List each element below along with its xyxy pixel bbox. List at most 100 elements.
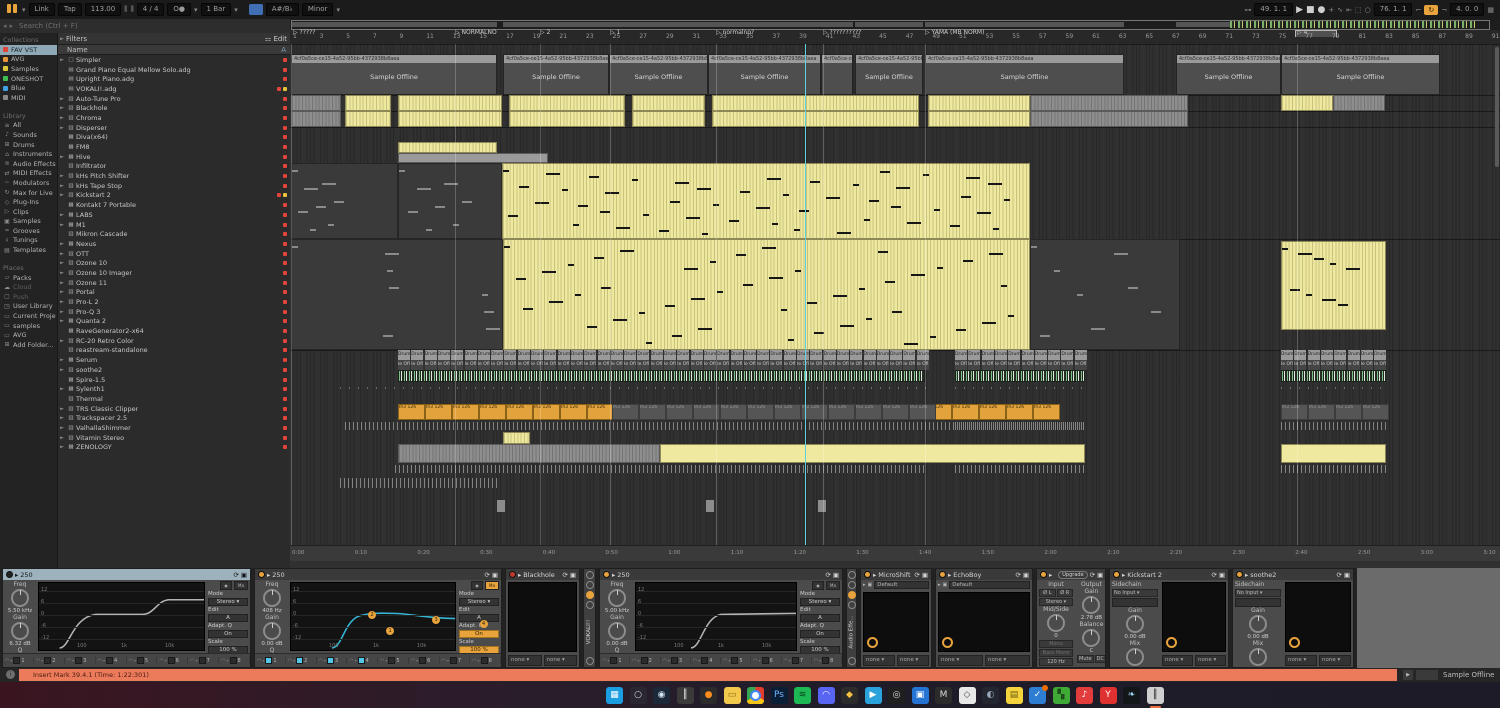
upgrade-button[interactable]: Upgrade — [1058, 570, 1088, 579]
device-activator[interactable] — [603, 571, 610, 578]
browser-item[interactable]: ▥ Mikron Cascade — [58, 229, 290, 239]
none-dropdown-a[interactable]: none ▾ — [1285, 655, 1317, 666]
eq-band-handle[interactable]: 4 — [479, 620, 488, 628]
browser-item[interactable]: ▦ RaveGenerator2-x64 — [58, 326, 290, 336]
clip-gray[interactable] — [398, 444, 660, 463]
midi-clip-gray[interactable] — [1030, 95, 1188, 111]
expand-arrow-icon[interactable]: ► — [58, 309, 66, 315]
tiny-clip[interactable] — [706, 500, 714, 512]
tiny-clip[interactable] — [497, 500, 505, 512]
expand-arrow-icon[interactable]: ► — [58, 260, 66, 266]
drum-clip-name[interactable]: Drum — [664, 350, 676, 360]
none-dropdown-b[interactable]: none ▾ — [543, 655, 577, 666]
expand-arrow-icon[interactable]: ► — [58, 425, 66, 431]
loop-length-field[interactable]: 4. 0. 0 — [1450, 3, 1485, 16]
device-activator[interactable] — [6, 571, 13, 578]
eq8-freq-knob[interactable] — [263, 589, 281, 607]
device-preview-icon[interactable]: ▸ — [612, 571, 615, 579]
taskbar-icon-photoshop[interactable]: Ps — [770, 686, 788, 704]
drum-clip-name[interactable]: Drum — [730, 350, 743, 360]
audio-clip[interactable]: 4cf0a5ce-ce15-4a52-95bb-4372938b8aea Samp… — [925, 54, 1124, 95]
drum-clip-name[interactable]: Drum — [757, 350, 770, 360]
filter-slot-3[interactable]: ◠ ▾ 3 — [661, 657, 691, 664]
filter-enable-box[interactable] — [357, 657, 365, 664]
mix-knob[interactable] — [1249, 648, 1267, 666]
filter-slot-4[interactable]: ◠ ▾ 4 — [691, 657, 721, 664]
loop-chip-clip-muted[interactable]: Ih3 126 — [666, 404, 693, 420]
browser-item[interactable]: ► □ Simpler — [58, 55, 290, 65]
device-preview-icon[interactable]: ▸ — [15, 571, 18, 579]
sidebar-item-drums[interactable]: ⊞ Drums — [0, 140, 57, 150]
filter-enable-box[interactable] — [388, 657, 396, 664]
filters-expand-icon[interactable]: ► — [58, 36, 66, 42]
filter-slot-5[interactable]: ◠ ▾ 5 — [127, 657, 158, 664]
filter-enable-box[interactable] — [822, 657, 830, 664]
expand-arrow-icon[interactable]: ► — [58, 367, 66, 373]
midi-clip[interactable] — [345, 95, 391, 111]
filter-slot-1[interactable]: ◠ ▾ 1 — [600, 657, 631, 664]
taskbar-icon-search[interactable]: ○ — [629, 686, 647, 704]
drum-clip-name[interactable]: Drum — [968, 350, 981, 360]
browser-item[interactable]: ► ▦ Nexus — [58, 239, 290, 249]
device-preview-icon[interactable]: ▸ — [1122, 571, 1125, 579]
edit-button[interactable]: ⚏ Edit — [265, 35, 287, 43]
drum-clip-name[interactable]: Drum — [703, 350, 716, 360]
empty-device-area[interactable] — [1357, 568, 1500, 668]
sc-gain-knob[interactable] — [1126, 615, 1144, 633]
push-dropdown-caret[interactable]: ▾ — [22, 6, 26, 14]
scale-value[interactable]: 100 % — [459, 646, 499, 653]
sidebar-collection-samples[interactable]: Samples — [0, 64, 57, 74]
midi-clip[interactable] — [632, 111, 705, 127]
filters-row[interactable]: ► Filters ⚏ Edit — [58, 33, 290, 45]
filter-slot-8[interactable]: ◠ ▾ 8 — [812, 657, 842, 664]
filter-enable-box[interactable] — [265, 657, 273, 664]
browser-item[interactable]: ► ▥ RC-20 Retro Color — [58, 336, 290, 346]
hotswap-icon[interactable]: ⟳ — [1211, 571, 1216, 579]
browser-item[interactable]: ► ▦ M1 — [58, 220, 290, 230]
loop-chip-clip-muted[interactable]: Ih3 126 — [1335, 404, 1362, 420]
device-preview-icon[interactable]: ▸ — [518, 571, 521, 579]
filter-slot-4[interactable]: ◠ ▾ 4 — [96, 657, 127, 664]
expand-arrow-icon[interactable]: ► — [58, 173, 66, 179]
expand-arrow-icon[interactable]: ► — [58, 154, 66, 160]
nudge-up-icon[interactable]: ⫼ — [130, 5, 133, 14]
midi-clip[interactable] — [345, 111, 391, 127]
midi-keyboard-icon[interactable] — [248, 4, 263, 15]
rack-bottom-icon[interactable] — [847, 657, 856, 665]
expand-arrow-icon[interactable]: ► — [58, 338, 66, 344]
midi-clip[interactable] — [503, 432, 530, 444]
sidebar-item-tunings[interactable]: ♯ Tunings — [0, 236, 57, 246]
midi-clip-gray[interactable] — [1333, 95, 1385, 111]
dc-button[interactable]: DC — [1094, 655, 1105, 663]
preset-play-icon[interactable]: ▸ — [863, 582, 866, 588]
loop-chip-clip[interactable]: Ih3 126 — [452, 404, 479, 420]
mute-button[interactable]: Mute — [1077, 655, 1094, 663]
hotswap-icon[interactable]: ⟳ — [825, 571, 830, 579]
loop-chip-clip-muted[interactable]: Ih3 126 — [909, 404, 936, 420]
drum-clip-name[interactable]: Drum — [1008, 350, 1021, 360]
drum-clip-name[interactable]: Drum — [650, 350, 663, 360]
taskbar-icon-music-red[interactable]: ♪ — [1076, 686, 1093, 704]
tap-tempo-button[interactable]: Tap — [57, 3, 82, 16]
device-preview-icon[interactable]: ▸ — [948, 571, 951, 579]
browser-item[interactable]: ► ▥ kHs Pitch Shifter — [58, 171, 290, 181]
filter-slot-8[interactable]: ◠ ▾ 8 — [470, 657, 501, 664]
midi-clip[interactable] — [398, 142, 497, 153]
hotswap-icon[interactable]: ⟳ — [1090, 571, 1095, 579]
drum-clip-name[interactable]: Drum — [850, 350, 863, 360]
browser-item[interactable]: ▥ Infiltrator — [58, 162, 290, 172]
save-preset-icon[interactable]: ▣ — [1097, 571, 1103, 579]
browser-item[interactable]: ► ▦ Sylenth1 — [58, 384, 290, 394]
taskbar-icon-globe-app[interactable]: ◐ — [982, 686, 999, 704]
midi-clip-dark[interactable] — [291, 163, 398, 239]
follow-icon[interactable]: ⊶ — [1244, 6, 1251, 14]
expand-arrow-icon[interactable]: ► — [58, 270, 66, 276]
edit-value[interactable]: A — [208, 614, 248, 622]
device-activator[interactable] — [864, 571, 871, 578]
status-play-icon[interactable]: ▶ — [1403, 670, 1413, 680]
device-preview-icon[interactable]: ▸ — [1245, 571, 1248, 579]
save-preset-icon[interactable]: ▣ — [1023, 571, 1029, 579]
scale-value[interactable]: 100 % — [800, 646, 840, 653]
drum-clip-name[interactable]: Drum — [570, 350, 583, 360]
mix-knob[interactable] — [1126, 648, 1144, 666]
